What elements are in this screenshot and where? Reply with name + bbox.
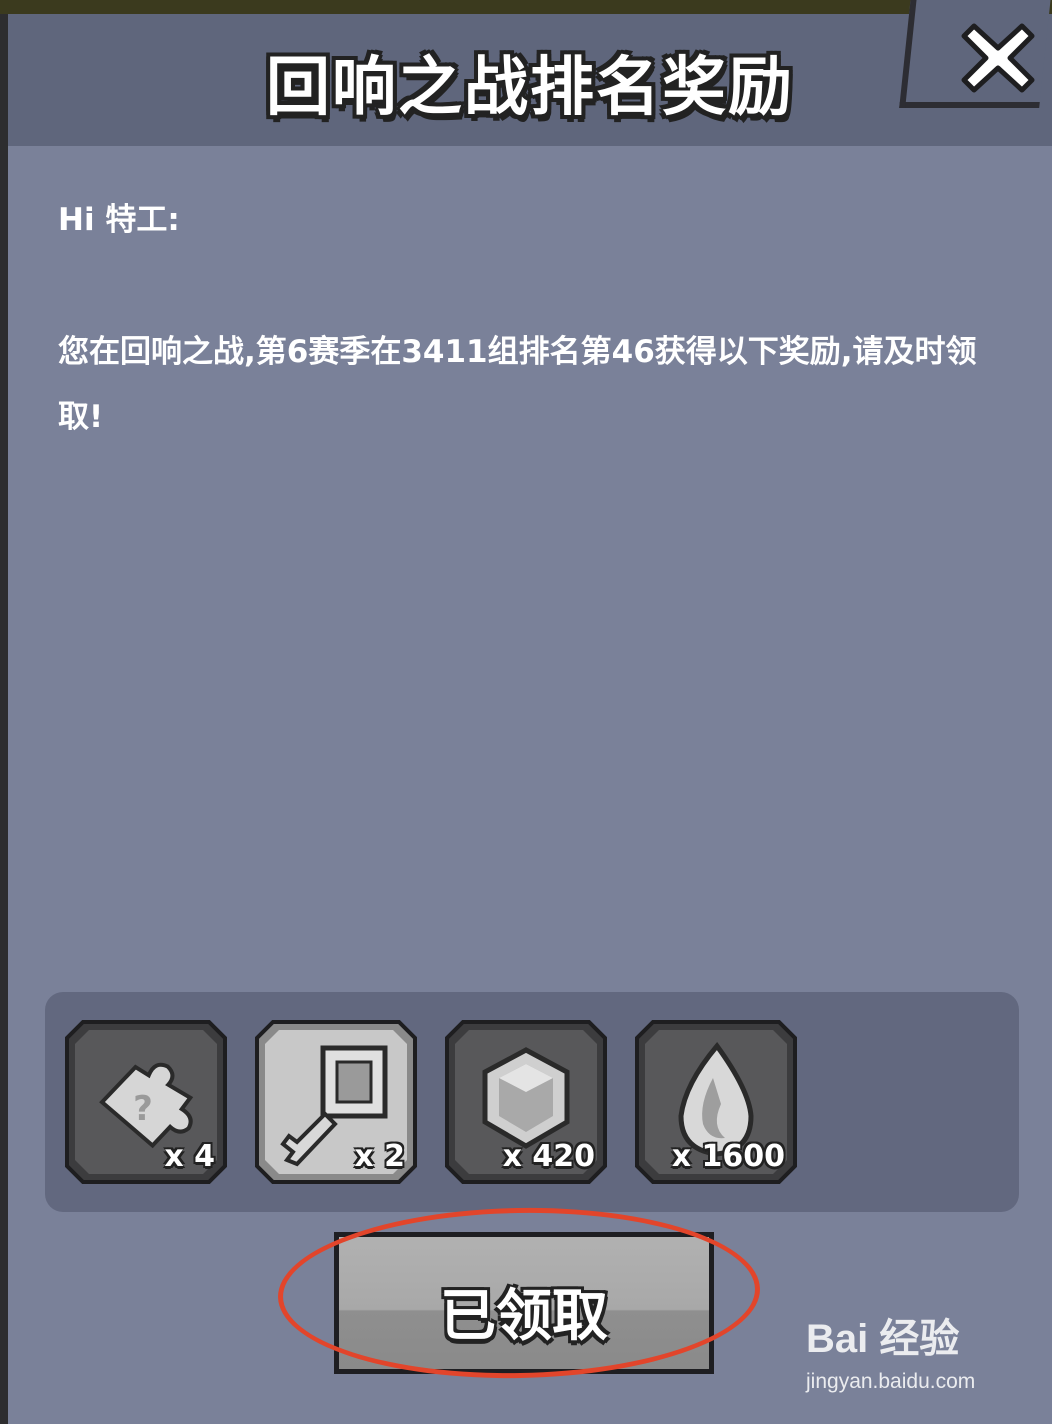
rewards-list: ? x 4 x 2 x 420 x 1600 — [45, 992, 1019, 1212]
watermark-url: jingyan.baidu.com — [806, 1370, 976, 1393]
watermark-logo: Bai 经验 — [806, 1317, 960, 1361]
mail-greeting: Hi 特工: — [58, 202, 180, 238]
reward-item-puzzle[interactable]: ? x 4 — [63, 1018, 229, 1186]
mail-message: 您在回响之战,第6赛季在3411组排名第46获得以下奖励,请及时领取! — [58, 334, 977, 435]
reward-quantity: x 420 — [502, 1139, 595, 1174]
watermark: Bai 经验 jingyan.baidu.com — [800, 1306, 1000, 1406]
panel-header: 回响之战排名奖励 — [8, 14, 1052, 146]
reward-item-key[interactable]: x 2 — [253, 1018, 419, 1186]
page-title: 回响之战排名奖励 — [266, 51, 794, 125]
close-icon[interactable] — [960, 20, 1036, 96]
reward-quantity: x 4 — [164, 1139, 215, 1174]
reward-item-flame[interactable]: x 1600 — [633, 1018, 799, 1186]
background-strip — [0, 0, 1052, 14]
reward-item-gem[interactable]: x 420 — [443, 1018, 609, 1186]
svg-text:?: ? — [133, 1089, 153, 1129]
reward-quantity: x 1600 — [671, 1139, 785, 1174]
reward-quantity: x 2 — [354, 1139, 405, 1174]
